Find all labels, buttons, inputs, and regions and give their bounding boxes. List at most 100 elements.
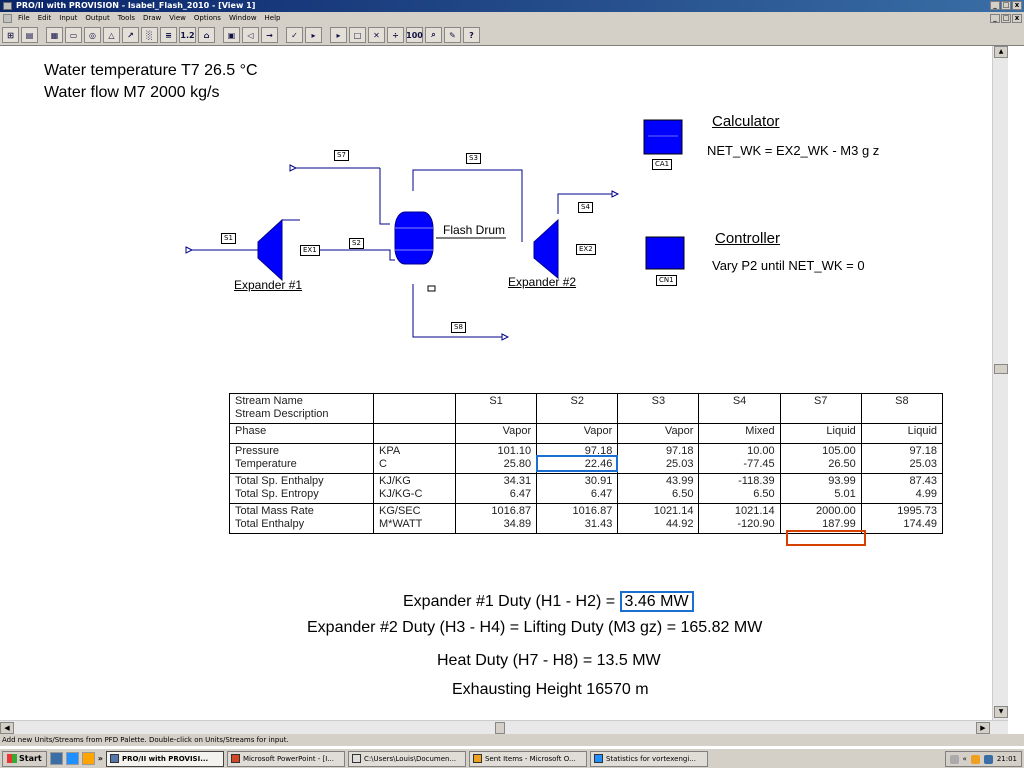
flash-drum-icon <box>394 211 434 265</box>
unit-tag-ca1[interactable]: CA1 <box>652 159 673 170</box>
internet-explorer-icon[interactable] <box>65 752 79 765</box>
table-cell: 101.10 25.80 <box>454 443 538 474</box>
zoom-icon[interactable]: ⌕ <box>425 27 442 43</box>
toolbar-button-17[interactable]: □ <box>349 27 366 43</box>
calculator-equation: NET_WK = EX2_WK - M3 g z <box>707 143 880 158</box>
table-row: Stream Name Stream Description S1 S2 S3 S… <box>229 393 944 424</box>
table-cell: KG/SEC M*WATT <box>373 503 456 534</box>
quick-launch-icon[interactable] <box>81 752 95 765</box>
table-cell: Mixed <box>698 423 781 444</box>
toolbar-button-12[interactable]: ▣ <box>223 27 240 43</box>
maximize-button[interactable]: □ <box>1001 1 1011 10</box>
unit-tag-ex1[interactable]: EX1 <box>300 245 320 256</box>
stream-tag-s1[interactable]: S1 <box>221 233 236 244</box>
stream-tag-s4[interactable]: S4 <box>578 202 593 213</box>
menu-help[interactable]: Help <box>261 12 285 25</box>
toolbar-button-8[interactable]: ░ <box>141 27 158 43</box>
toolbar-button-9[interactable]: ≡ <box>160 27 177 43</box>
minimize-button[interactable]: _ <box>990 1 1000 10</box>
stream-s7-line-2 <box>379 168 390 225</box>
stream-tag-s2[interactable]: S2 <box>349 238 364 249</box>
expander-1-label: Expander #1 <box>234 278 303 292</box>
tray-icon[interactable] <box>949 754 959 764</box>
stream-tag-s3[interactable]: S3 <box>466 153 481 164</box>
task-outlook[interactable]: Sent Items - Microsoft O... <box>468 750 587 767</box>
task-powerpoint[interactable]: Microsoft PowerPoint - [I... <box>226 750 345 767</box>
help-icon[interactable]: ? <box>463 27 480 43</box>
menu-input[interactable]: Input <box>55 12 81 25</box>
arrow-s4 <box>611 190 620 198</box>
stream-tag-s7[interactable]: S7 <box>334 150 349 161</box>
toolbar-button-2[interactable]: ▤ <box>21 27 38 43</box>
task-browser[interactable]: Statistics for vortexengi... <box>589 750 708 767</box>
close-button[interactable]: x <box>1012 1 1022 10</box>
table-cell: 1021.14 -120.90 <box>698 503 781 534</box>
toolbar-button-10[interactable]: 1.2 <box>179 27 196 43</box>
browser-icon <box>593 754 603 763</box>
toolbar-button-6[interactable]: △ <box>103 27 120 43</box>
calculator-label: Calculator <box>712 113 780 130</box>
table-header-cell: S1 <box>454 393 538 424</box>
expander-2-duty: Expander #2 Duty (H3 - H4) = Lifting Dut… <box>307 619 763 636</box>
exhausting-height: Exhausting Height 16570 m <box>452 681 649 698</box>
pencil-icon[interactable]: ✎ <box>444 27 461 43</box>
tray-icon[interactable] <box>970 754 980 764</box>
toolbar-button-11[interactable]: ⌂ <box>198 27 215 43</box>
vertical-scrollbar[interactable]: ▲ ▼ <box>992 46 1008 720</box>
toolbar-button-15[interactable]: ▸ <box>305 27 322 43</box>
expander-1-icon <box>257 218 283 282</box>
folder-icon <box>351 754 361 763</box>
table-cell: 43.99 6.50 <box>617 473 700 504</box>
tray-chevron[interactable]: « <box>963 755 967 763</box>
show-desktop-icon[interactable] <box>49 752 63 765</box>
run-button[interactable]: ✓ <box>286 27 303 43</box>
doc-maximize-button[interactable]: □ <box>1001 14 1011 23</box>
menu-edit[interactable]: Edit <box>34 12 56 25</box>
stream-tag-s8[interactable]: S8 <box>451 322 466 333</box>
menu-file[interactable]: File <box>14 12 34 25</box>
toolbar-button-1[interactable]: ⊞ <box>2 27 19 43</box>
unit-tag-cn1[interactable]: CN1 <box>656 275 677 286</box>
delete-button[interactable]: ✕ <box>368 27 385 43</box>
menu-view[interactable]: View <box>165 12 190 25</box>
arrow-s1 <box>185 246 194 254</box>
table-header-cell: S7 <box>779 393 862 424</box>
quick-launch-chevron[interactable]: » <box>98 754 103 763</box>
arrow-s7 <box>289 164 298 172</box>
stream-tool-icon[interactable]: → <box>261 27 278 43</box>
start-button[interactable]: Start <box>2 750 47 767</box>
menu-window[interactable]: Window <box>225 12 261 25</box>
menu-options[interactable]: Options <box>190 12 225 25</box>
toolbar-button-4[interactable]: ▭ <box>65 27 82 43</box>
zoom-100-button[interactable]: 100 <box>406 27 423 43</box>
horizontal-scrollbar[interactable]: ◀ ▶ <box>0 720 1008 734</box>
task-pro2[interactable]: PRO/II with PROVISI... <box>105 750 224 767</box>
table-header-cell: S3 <box>617 393 700 424</box>
horizontal-scroll-thumb[interactable] <box>495 722 505 734</box>
table-row: Phase Vapor Vapor Vapor Mixed Liquid Liq… <box>229 423 944 444</box>
doc-close-button[interactable]: x <box>1012 14 1022 23</box>
menu-tools[interactable]: Tools <box>114 12 139 25</box>
menu-output[interactable]: Output <box>81 12 113 25</box>
table-row: Total Mass Rate Total Enthalpy KG/SEC M*WA… <box>229 503 944 534</box>
menu-draw[interactable]: Draw <box>139 12 165 25</box>
clock[interactable]: 21:01 <box>997 755 1017 763</box>
toolbar-button-13[interactable]: ◁ <box>242 27 259 43</box>
scroll-down-icon[interactable]: ▼ <box>994 706 1008 718</box>
toolbar-button-19[interactable]: ÷ <box>387 27 404 43</box>
volume-icon[interactable] <box>983 754 993 764</box>
toolbar-button-3[interactable]: ▦ <box>46 27 63 43</box>
play-button[interactable]: ▸ <box>330 27 347 43</box>
scroll-right-icon[interactable]: ▶ <box>976 722 990 734</box>
system-tray: « 21:01 <box>944 751 1022 767</box>
unit-tag-ex2[interactable]: EX2 <box>576 244 596 255</box>
vertical-scroll-thumb[interactable] <box>994 364 1008 374</box>
task-explorer[interactable]: C:\Users\Louis\Documen... <box>347 750 466 767</box>
scroll-left-icon[interactable]: ◀ <box>0 722 14 734</box>
toolbar-button-5[interactable]: ◎ <box>84 27 101 43</box>
table-cell: 1016.87 34.89 <box>454 503 538 534</box>
scroll-up-icon[interactable]: ▲ <box>994 46 1008 58</box>
doc-minimize-button[interactable]: _ <box>990 14 1000 23</box>
document-icon[interactable] <box>3 14 12 23</box>
toolbar-button-7[interactable]: ↗ <box>122 27 139 43</box>
